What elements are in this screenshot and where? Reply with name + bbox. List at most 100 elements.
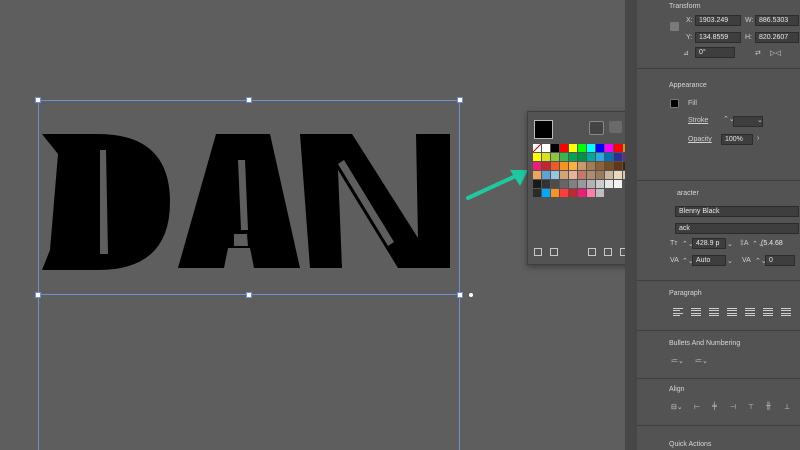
color-swatch[interactable] xyxy=(533,153,541,161)
align-to-icon[interactable]: ⊟⌄ xyxy=(671,403,683,411)
swatch-libraries-icon[interactable] xyxy=(589,121,604,135)
swatch-options-icon[interactable] xyxy=(588,248,596,256)
chevron-down-icon[interactable]: ⌄ xyxy=(757,116,763,124)
color-swatch[interactable] xyxy=(560,171,568,179)
opacity-label[interactable]: Opacity xyxy=(688,136,712,143)
color-swatch[interactable] xyxy=(614,162,622,170)
opacity-field[interactable]: 100% xyxy=(721,134,753,145)
color-swatch[interactable] xyxy=(569,189,577,197)
color-swatch[interactable] xyxy=(533,189,541,197)
color-swatch[interactable] xyxy=(551,171,559,179)
color-swatch[interactable] xyxy=(578,153,586,161)
stroke-label[interactable]: Stroke xyxy=(688,117,708,124)
align-horizontal-center-icon[interactable]: ╪ xyxy=(712,403,717,410)
color-swatch[interactable] xyxy=(578,189,586,197)
rotate-field[interactable]: 0° xyxy=(695,47,735,58)
y-field[interactable]: 134.8559 xyxy=(695,32,741,43)
color-swatch[interactable] xyxy=(605,180,613,188)
color-swatch[interactable] xyxy=(578,162,586,170)
color-swatch[interactable] xyxy=(542,144,550,152)
color-swatch[interactable] xyxy=(605,144,613,152)
flip-icon[interactable]: ▷◁ xyxy=(770,49,781,57)
color-swatch[interactable] xyxy=(569,162,577,170)
font-size-field[interactable]: 428.9 p xyxy=(692,238,726,249)
x-field[interactable]: 1903.249 xyxy=(695,15,741,26)
justify-all-icon[interactable] xyxy=(781,308,791,316)
align-right-icon[interactable] xyxy=(709,308,719,316)
color-swatch[interactable] xyxy=(614,180,622,188)
resize-handle-bottom[interactable] xyxy=(246,292,252,298)
color-swatch[interactable] xyxy=(542,162,550,170)
color-swatch[interactable] xyxy=(533,171,541,179)
font-family-field[interactable]: Blenny Black xyxy=(675,206,799,217)
justify-center-icon[interactable] xyxy=(745,308,755,316)
bullets-icon[interactable]: ≔⌄ xyxy=(671,357,684,365)
color-swatch[interactable] xyxy=(587,171,595,179)
color-swatch[interactable] xyxy=(596,180,604,188)
color-swatch[interactable] xyxy=(614,171,622,179)
kerning-field[interactable]: Auto xyxy=(692,255,726,266)
color-swatch[interactable] xyxy=(542,189,550,197)
current-fill-swatch[interactable] xyxy=(534,120,553,139)
resize-handle-bottom-left[interactable] xyxy=(35,292,41,298)
color-wheel-icon[interactable] xyxy=(609,121,622,133)
color-swatch[interactable] xyxy=(596,189,604,197)
color-swatch[interactable] xyxy=(560,180,568,188)
font-style-field[interactable]: ack xyxy=(675,223,799,234)
resize-handle-top-left[interactable] xyxy=(35,97,41,103)
shear-icon[interactable]: ⇄ xyxy=(755,49,761,57)
numbering-icon[interactable]: ≔⌄ xyxy=(695,357,708,365)
color-swatch[interactable] xyxy=(587,162,595,170)
w-field[interactable]: 886.5303 xyxy=(755,15,799,26)
resize-handle-top[interactable] xyxy=(246,97,252,103)
color-swatch[interactable] xyxy=(560,162,568,170)
resize-handle-bottom-right[interactable] xyxy=(457,292,463,298)
new-color-group-icon[interactable] xyxy=(604,248,612,256)
color-swatch[interactable] xyxy=(560,153,568,161)
color-swatch[interactable] xyxy=(596,153,604,161)
none-swatch[interactable] xyxy=(533,144,541,152)
fill-swatch[interactable] xyxy=(670,99,679,108)
h-field[interactable]: 820.2607 xyxy=(755,32,799,43)
color-swatch[interactable] xyxy=(569,153,577,161)
color-swatch[interactable] xyxy=(542,153,550,161)
color-swatch[interactable] xyxy=(614,144,622,152)
chevron-right-icon[interactable]: › xyxy=(757,135,759,142)
kerning-dropdown-icon[interactable]: ⌄ xyxy=(727,257,733,265)
align-top-edge-icon[interactable]: ⊤ xyxy=(748,403,754,411)
color-swatch[interactable] xyxy=(587,144,595,152)
justify-left-icon[interactable] xyxy=(727,308,737,316)
align-left-edge-icon[interactable]: ⊢ xyxy=(694,403,700,411)
color-swatch[interactable] xyxy=(587,180,595,188)
color-swatch[interactable] xyxy=(614,153,622,161)
color-swatch[interactable] xyxy=(569,180,577,188)
color-swatch[interactable] xyxy=(578,144,586,152)
color-swatch[interactable] xyxy=(587,189,595,197)
align-left-icon[interactable] xyxy=(673,308,683,316)
color-swatch[interactable] xyxy=(596,171,604,179)
color-swatch[interactable] xyxy=(551,144,559,152)
color-swatch[interactable] xyxy=(569,171,577,179)
color-swatch[interactable] xyxy=(596,162,604,170)
resize-handle-top-right[interactable] xyxy=(457,97,463,103)
color-swatch[interactable] xyxy=(569,144,577,152)
tracking-field[interactable]: 0 xyxy=(765,255,795,266)
color-swatch[interactable] xyxy=(578,171,586,179)
color-swatch[interactable] xyxy=(533,180,541,188)
color-swatch[interactable] xyxy=(605,162,613,170)
color-swatch[interactable] xyxy=(551,189,559,197)
align-bottom-edge-icon[interactable]: ⊥ xyxy=(784,403,790,411)
color-swatch[interactable] xyxy=(551,153,559,161)
show-swatch-kinds-icon[interactable] xyxy=(550,248,558,256)
color-swatch[interactable] xyxy=(560,144,568,152)
justify-right-icon[interactable] xyxy=(763,308,773,316)
color-swatch[interactable] xyxy=(542,180,550,188)
selection-bounding-box[interactable] xyxy=(38,100,460,295)
color-swatch[interactable] xyxy=(596,144,604,152)
color-swatch[interactable] xyxy=(533,162,541,170)
color-swatch[interactable] xyxy=(551,162,559,170)
font-size-dropdown-icon[interactable]: ⌄ xyxy=(727,240,733,248)
rotate-handle[interactable] xyxy=(469,293,473,297)
color-swatch[interactable] xyxy=(587,153,595,161)
color-swatch[interactable] xyxy=(605,153,613,161)
